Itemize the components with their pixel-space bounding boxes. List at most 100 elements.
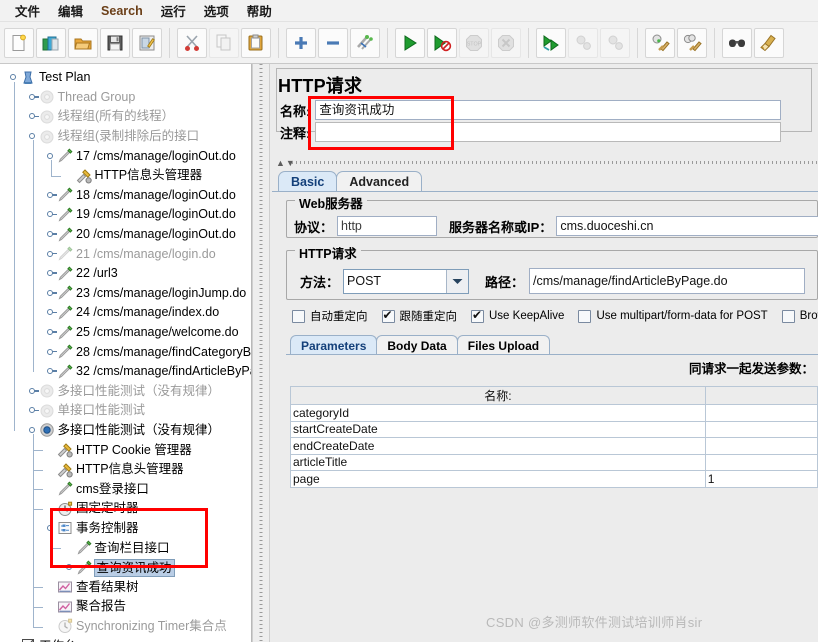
path-input[interactable]: /cms/manage/findArticleByPage.do: [529, 268, 806, 294]
column-header-value[interactable]: [704, 386, 818, 405]
param-value-cell[interactable]: 1: [704, 470, 818, 488]
tree-expand-handle-closed[interactable]: [65, 563, 76, 572]
param-name-cell[interactable]: endCreateDate: [290, 437, 706, 455]
tree-node[interactable]: Test Plan: [0, 68, 251, 88]
checkbox-auto-redirect[interactable]: 自动重定向: [292, 308, 368, 324]
tree-expand-handle-closed[interactable]: [28, 93, 39, 102]
table-row[interactable]: startCreateDate: [290, 420, 818, 438]
test-plan-tree[interactable]: Test Plan Thread Group 线程组(所有的线程） 线程组(录制排除后…: [0, 64, 251, 642]
templates-icon[interactable]: [36, 27, 66, 58]
checkbox-use-keepalive[interactable]: Use KeepAlive: [471, 308, 564, 323]
tree-node[interactable]: 22 /url3: [0, 264, 251, 284]
tree-node[interactable]: HTTP信息头管理器: [0, 166, 251, 186]
paste-icon[interactable]: [241, 27, 271, 58]
param-value-cell[interactable]: [704, 420, 818, 438]
param-value-cell[interactable]: [704, 437, 818, 455]
tree-node[interactable]: 事务控制器: [0, 519, 251, 539]
tree-node[interactable]: 19 /cms/manage/loginOut.do: [0, 205, 251, 225]
inner-split-divider[interactable]: [292, 161, 818, 164]
param-name-cell[interactable]: page: [290, 470, 706, 488]
toggle-icon[interactable]: [350, 27, 380, 58]
checkbox-box[interactable]: [292, 309, 305, 323]
split-pane-divider[interactable]: [252, 64, 270, 642]
stop-icon[interactable]: STOP: [459, 27, 489, 58]
checkbox-box[interactable]: [471, 308, 484, 323]
tree-expand-handle-closed[interactable]: [47, 328, 57, 337]
remote-stop-all-icon[interactable]: [568, 27, 598, 58]
tree-expand-handle-closed[interactable]: [47, 348, 57, 357]
tree-expand-handle-open[interactable]: [10, 73, 19, 82]
tree-expand-handle-closed[interactable]: [47, 250, 57, 259]
tree-node[interactable]: 多接口性能测试（没有规律）: [0, 421, 251, 441]
expand-all-icon[interactable]: [286, 27, 316, 58]
tree-node[interactable]: 17 /cms/manage/loginOut.do: [0, 146, 251, 166]
open-icon[interactable]: [68, 27, 98, 58]
tree-node[interactable]: 28 /cms/manage/findCategoryB: [0, 342, 251, 362]
tab-parameters[interactable]: Parameters: [290, 335, 378, 355]
tree-node[interactable]: 线程组(所有的线程）: [0, 107, 251, 127]
tree-node[interactable]: 单接口性能测试: [0, 401, 251, 421]
protocol-input[interactable]: http: [337, 216, 438, 236]
tree-expand-handle-closed[interactable]: [28, 406, 39, 415]
checkbox-box[interactable]: [781, 309, 795, 323]
checkbox-follow-redirect[interactable]: 跟随重定向: [381, 308, 457, 324]
tree-node[interactable]: 查询资讯成功: [0, 558, 251, 578]
tree-expand-handle-closed[interactable]: [47, 308, 57, 317]
start-no-pauses-icon[interactable]: [427, 27, 457, 58]
tree-node[interactable]: Thread Group: [0, 88, 251, 108]
menu-item-file[interactable]: 文件: [6, 0, 49, 22]
tree-node[interactable]: 23 /cms/manage/loginJump.do: [0, 284, 251, 304]
menu-item-edit[interactable]: 编辑: [49, 0, 92, 22]
tree-expand-handle-closed[interactable]: [28, 112, 39, 121]
server-input[interactable]: cms.duoceshi.cn: [556, 216, 818, 236]
menu-item-search[interactable]: Search: [92, 2, 152, 20]
reset-search-icon[interactable]: [754, 27, 784, 58]
collapse-all-icon[interactable]: [318, 27, 348, 58]
save-as-icon[interactable]: [132, 27, 162, 58]
menu-item-options[interactable]: 选项: [195, 0, 238, 22]
tree-expand-handle-closed[interactable]: [47, 367, 57, 376]
comment-input[interactable]: [315, 122, 782, 142]
start-icon[interactable]: [395, 27, 425, 58]
param-name-cell[interactable]: articleTitle: [290, 453, 706, 471]
tab-basic[interactable]: Basic: [278, 171, 338, 192]
tree-node[interactable]: 多接口性能测试（没有规律）: [0, 382, 251, 402]
tree-node[interactable]: 线程组(录制排除后的接口: [0, 127, 251, 147]
tree-node[interactable]: 25 /cms/manage/welcome.do: [0, 323, 251, 343]
parameters-table[interactable]: 名称: categoryId startCreateDate endCreateDa…: [290, 386, 818, 488]
param-value-cell[interactable]: [704, 453, 818, 471]
tree-expand-handle-closed[interactable]: [47, 230, 57, 239]
tree-expand-handle-closed[interactable]: [47, 191, 57, 200]
table-row[interactable]: endCreateDate: [290, 437, 818, 455]
checkbox-use-multipart[interactable]: Use multipart/form-data for POST: [578, 309, 768, 323]
param-value-cell[interactable]: [704, 404, 818, 422]
table-row[interactable]: articleTitle: [290, 453, 818, 471]
search-icon[interactable]: [722, 27, 752, 58]
table-row[interactable]: page 1: [290, 470, 818, 488]
clear-all-icon[interactable]: [677, 27, 707, 58]
tree-node[interactable]: 18 /cms/manage/loginOut.do: [0, 186, 251, 206]
method-select[interactable]: POST: [343, 268, 470, 294]
tab-advanced[interactable]: Advanced: [336, 171, 423, 192]
checkbox-box[interactable]: [381, 308, 395, 323]
test-plan-tree-panel[interactable]: Test Plan Thread Group 线程组(所有的线程） 线程组(录制排除后…: [0, 64, 252, 642]
tab-body-data[interactable]: Body Data: [376, 335, 458, 355]
table-row[interactable]: categoryId: [290, 404, 818, 422]
tree-expand-handle-closed[interactable]: [28, 387, 39, 396]
tree-node[interactable]: 21 /cms/manage/login.do: [0, 244, 251, 264]
save-icon[interactable]: [100, 27, 130, 58]
column-header-name[interactable]: 名称:: [290, 386, 706, 405]
tree-node[interactable]: 32 /cms/manage/findArticleByPa: [0, 362, 251, 382]
tree-expand-handle-closed[interactable]: [47, 269, 57, 278]
menu-item-help[interactable]: 帮助: [238, 0, 281, 22]
tab-files-upload[interactable]: Files Upload: [456, 335, 551, 355]
tree-node[interactable]: 工作台: [0, 636, 251, 642]
tree-node[interactable]: 查询栏目接口: [0, 538, 251, 558]
copy-icon[interactable]: [209, 27, 239, 58]
checkbox-browser-compatible[interactable]: Browser-com: [781, 309, 818, 323]
new-icon[interactable]: [4, 27, 34, 58]
remote-start-all-icon[interactable]: [536, 27, 566, 58]
name-input[interactable]: 查询资讯成功: [315, 100, 782, 120]
checkbox-box[interactable]: [578, 309, 592, 323]
chevron-down-icon[interactable]: [446, 269, 469, 293]
